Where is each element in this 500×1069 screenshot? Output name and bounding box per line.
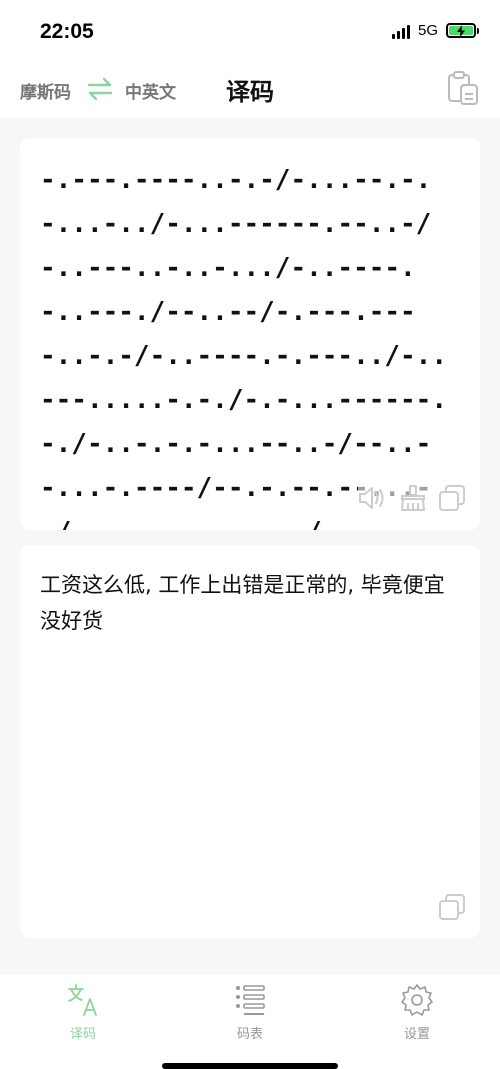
home-indicator[interactable]: [162, 1063, 338, 1069]
tab-label: 码表: [236, 1027, 263, 1042]
translate-icon: [68, 984, 97, 1016]
morse-text[interactable]: -.---.----..-.-/-...--.-.-...-../-...---…: [40, 158, 460, 530]
list-icon: [236, 985, 265, 1015]
plain-text[interactable]: 工资这么低, 工作上出错是正常的, 毕竟便宜没好货: [40, 567, 460, 639]
morse-card-toolbar: [358, 484, 466, 516]
clear-brush-icon[interactable]: [398, 485, 428, 515]
tab-bar: 译码 码表 设置: [0, 975, 500, 1069]
copy-icon[interactable]: [438, 484, 466, 516]
status-indicators: 5G: [391, 22, 479, 39]
tab-label: 译码: [69, 1027, 96, 1042]
tab-label: 设置: [403, 1027, 430, 1042]
nav-bar: 摩斯码 中英文 译码: [0, 62, 500, 118]
status-time: 22:05: [40, 20, 94, 43]
gear-icon: [401, 984, 433, 1016]
copy-output-icon[interactable]: [438, 893, 466, 925]
battery-icon: [446, 23, 479, 38]
tab-code-table[interactable]: 码表: [190, 983, 310, 1042]
plain-output-card[interactable]: 工资这么低, 工作上出错是正常的, 毕竟便宜没好货: [20, 545, 480, 938]
paste-clipboard-icon[interactable]: [446, 70, 480, 110]
signal-icon: [391, 23, 410, 39]
status-bar: 22:05 5G: [0, 0, 500, 62]
morse-input-card[interactable]: -.---.----..-.-/-...--.-.-...-../-...---…: [20, 138, 480, 530]
tab-settings[interactable]: 设置: [357, 983, 477, 1042]
tab-translate[interactable]: 译码: [23, 983, 143, 1042]
network-label: 5G: [417, 22, 438, 39]
page-title: 译码: [226, 78, 274, 106]
speaker-icon[interactable]: [358, 485, 388, 515]
